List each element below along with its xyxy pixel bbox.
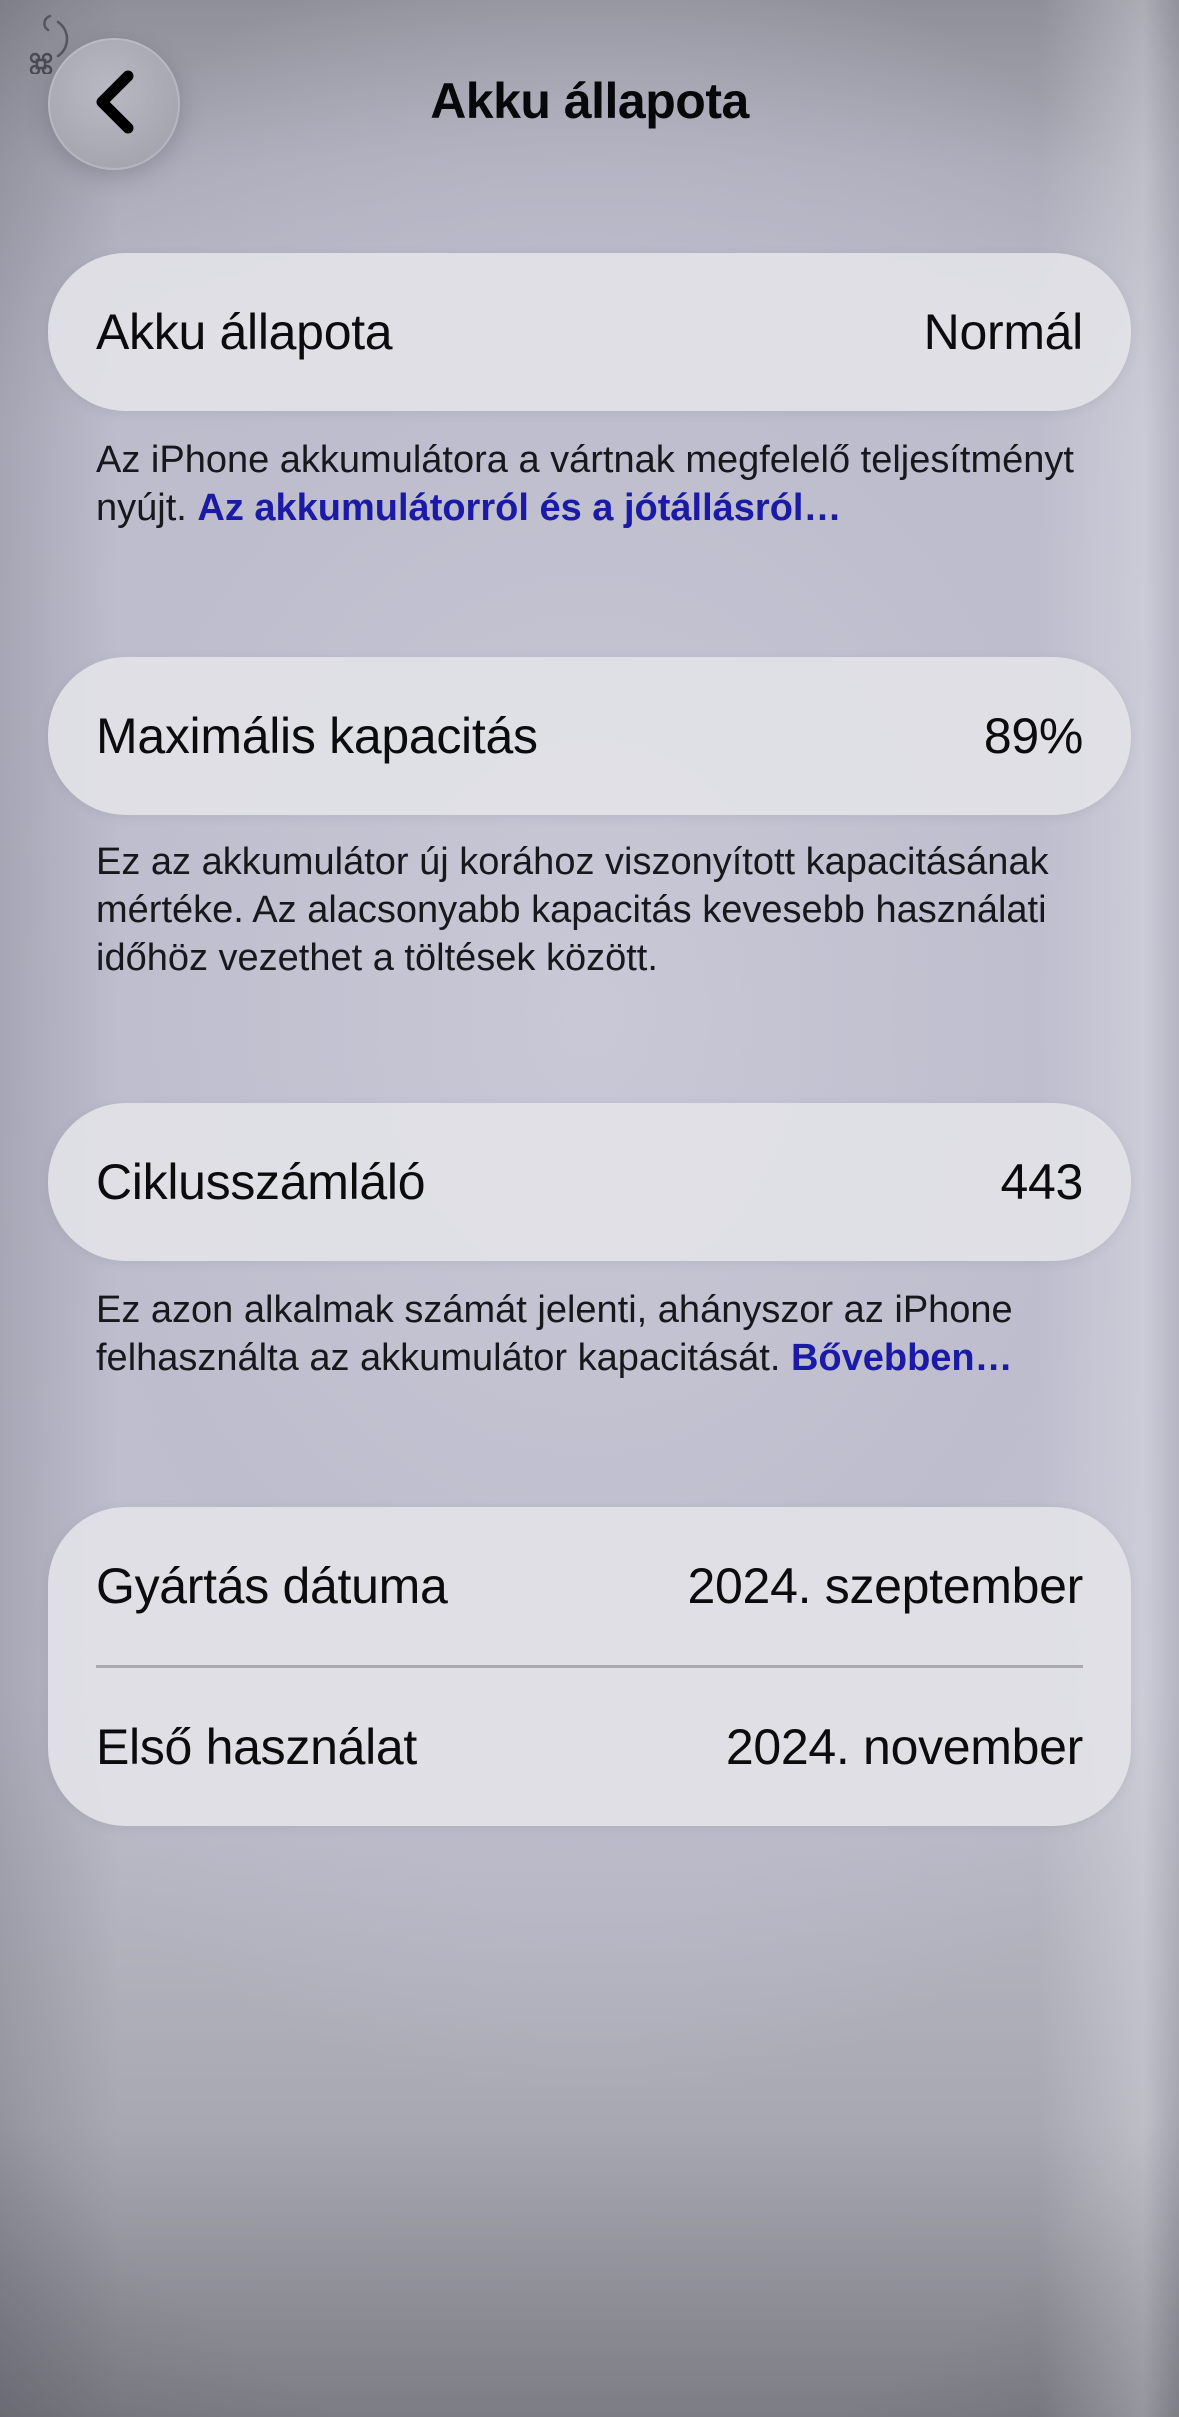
cycle-count-label: Ciklusszámláló [96,1154,426,1210]
max-capacity-row: Maximális kapacitás 89% [48,657,1131,815]
battery-health-value: Normál [923,304,1084,360]
page-title: Akku állapota [430,73,749,129]
cycle-count-row: Ciklusszámláló 443 [48,1103,1131,1261]
battery-health-row: Akku állapota Normál [48,253,1131,411]
max-capacity-note: Ez az akkumulátor új korához viszonyítot… [96,838,1086,982]
max-capacity-label: Maximális kapacitás [96,708,538,764]
battery-health-note: Az iPhone akkumulátora a vártnak megfele… [96,436,1086,532]
first-use-value: 2024. november [725,1719,1083,1775]
max-capacity-card: Maximális kapacitás 89% [48,657,1131,815]
manufacture-date-value: 2024. szeptember [687,1558,1084,1614]
first-use-label: Első használat [96,1719,417,1775]
learn-more-link[interactable]: Bővebben… [791,1337,1013,1379]
max-capacity-note-text: Ez az akkumulátor új korához viszonyítot… [96,841,1049,979]
dates-card: Gyártás dátuma 2024. szeptember Első has… [48,1507,1131,1826]
cycle-count-value: 443 [1000,1154,1083,1210]
battery-health-label: Akku állapota [96,304,393,360]
battery-warranty-link[interactable]: Az akkumulátorról és a jótállásról… [197,487,841,529]
max-capacity-value: 89% [983,708,1083,764]
cycle-count-card: Ciklusszámláló 443 [48,1103,1131,1261]
manufacture-date-row: Gyártás dátuma 2024. szeptember [48,1507,1131,1665]
cycle-count-note: Ez azon alkalmak számát jelenti, ahánysz… [96,1286,1086,1382]
first-use-row: Első használat 2024. november [48,1668,1131,1826]
manufacture-date-label: Gyártás dátuma [96,1558,448,1614]
battery-health-card: Akku állapota Normál [48,253,1131,411]
